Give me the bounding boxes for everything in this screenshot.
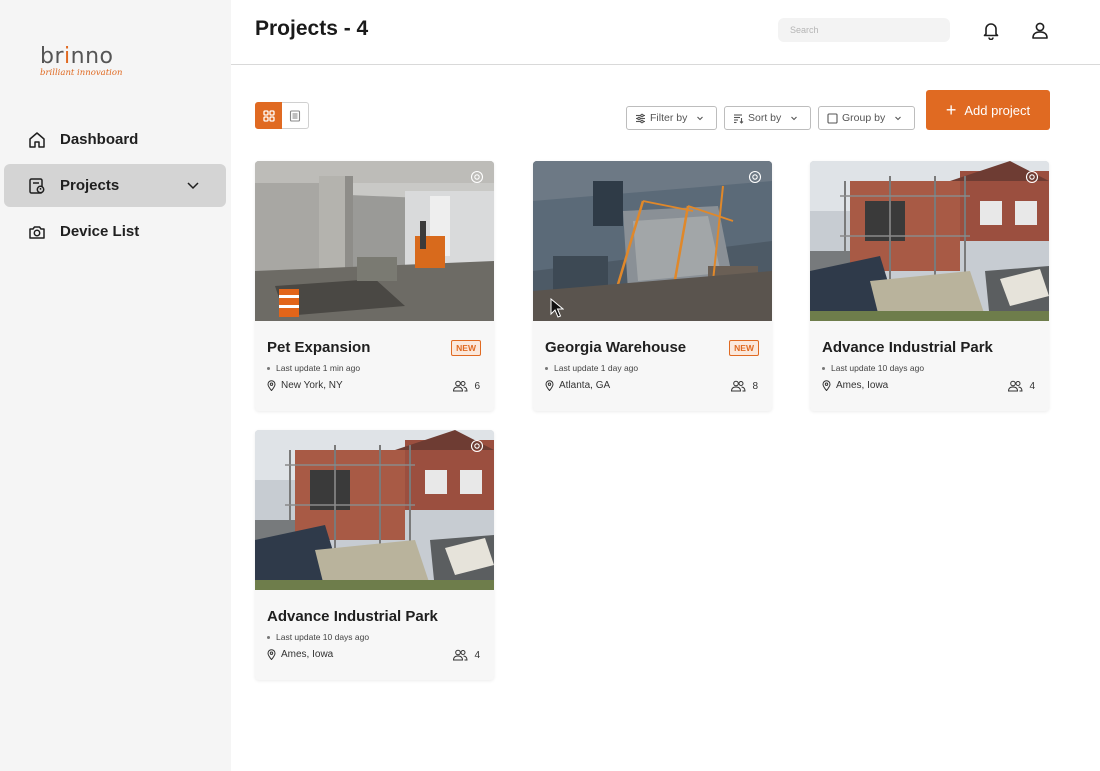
project-name: Pet Expansion: [267, 339, 371, 356]
location-text: Ames, Iowa: [281, 649, 334, 660]
users-icon: [453, 649, 468, 661]
settings-icon[interactable]: [470, 170, 484, 184]
list-icon: [289, 109, 301, 122]
filter-by-button[interactable]: Filter by: [626, 106, 718, 130]
home-icon: [28, 131, 46, 149]
chevron-down-icon: [791, 116, 798, 121]
sidebar-item-dashboard[interactable]: Dashboard: [4, 118, 226, 161]
grid-icon: [262, 109, 275, 122]
project-location: New York, NY: [267, 380, 343, 391]
sort-icon: [734, 113, 744, 124]
settings-icon[interactable]: [470, 439, 484, 453]
list-view-button[interactable]: [282, 102, 309, 129]
member-count-text: 8: [752, 380, 758, 392]
project-location: Ames, Iowa: [267, 649, 333, 660]
location-text: Ames, Iowa: [836, 380, 889, 391]
sidebar: brinno brilliant innovation Dashboard Pr…: [0, 0, 231, 771]
sidebar-nav: Dashboard Projects Device List: [4, 118, 226, 256]
project-thumbnail[interactable]: [533, 161, 772, 321]
location-text: Atlanta, GA: [559, 380, 611, 391]
group-by-button[interactable]: Group by: [818, 106, 916, 130]
project-card[interactable]: Advance Industrial Park Last update 10 d…: [810, 161, 1049, 411]
sidebar-item-label: Dashboard: [60, 131, 139, 148]
sidebar-item-label: Device List: [60, 223, 140, 240]
logo-tagline: brilliant innovation: [40, 68, 123, 78]
settings-icon[interactable]: [748, 170, 762, 184]
sidebar-item-label: Projects: [60, 177, 120, 194]
chevron-down-icon: [697, 116, 704, 121]
grid-view-button[interactable]: [255, 102, 282, 129]
logo-text-end: nno: [70, 44, 114, 69]
new-badge: NEW: [729, 340, 759, 356]
users-icon: [1008, 380, 1023, 392]
add-project-label: Add project: [964, 102, 1031, 118]
mouse-cursor-icon: [550, 298, 564, 318]
member-count-text: 4: [1029, 380, 1035, 392]
add-project-button[interactable]: + Add project: [926, 90, 1050, 130]
settings-icon[interactable]: [1025, 170, 1039, 184]
projects-icon: [28, 177, 46, 195]
last-update-text: Last update 1 min ago: [276, 363, 361, 373]
users-icon: [453, 380, 468, 392]
camera-icon: [28, 223, 46, 241]
filter-by-label: Filter by: [650, 112, 688, 124]
member-count-text: 4: [474, 649, 480, 661]
member-count: 4: [452, 649, 480, 661]
page-title: Projects - 4: [255, 17, 369, 40]
chevron-down-icon[interactable]: [186, 178, 200, 192]
location-pin-icon: [267, 380, 276, 391]
member-count: 8: [730, 380, 758, 392]
sidebar-item-projects[interactable]: Projects: [4, 164, 226, 207]
location-pin-icon: [267, 649, 276, 660]
last-update-text: Last update 10 days ago: [276, 632, 370, 642]
last-update: Last update 1 day ago: [545, 363, 638, 373]
bell-icon[interactable]: [981, 20, 1001, 41]
brinno-logo[interactable]: brinno brilliant innovation: [40, 44, 130, 84]
user-icon[interactable]: [1030, 20, 1050, 40]
top-header: Projects - 4: [231, 0, 1100, 65]
view-toggle: [255, 102, 309, 129]
project-thumbnail[interactable]: [255, 430, 494, 590]
logo-text-accent: i: [64, 44, 71, 69]
last-update: Last update 1 min ago: [267, 363, 360, 373]
project-thumbnail[interactable]: [810, 161, 1049, 321]
project-location: Ames, Iowa: [822, 380, 888, 391]
sidebar-item-device-list[interactable]: Device List: [4, 210, 226, 253]
filter-icon: [636, 113, 645, 123]
new-badge: NEW: [451, 340, 481, 356]
chevron-down-icon: [895, 116, 902, 121]
last-update-text: Last update 1 day ago: [554, 363, 639, 373]
group-icon: [827, 112, 838, 124]
member-count: 4: [1007, 380, 1035, 392]
project-location: Atlanta, GA: [545, 380, 610, 391]
sort-by-label: Sort by: [748, 112, 782, 124]
member-count-text: 6: [474, 380, 480, 392]
project-card[interactable]: Advance Industrial Park Last update 10 d…: [255, 430, 494, 680]
logo-text: br: [40, 44, 65, 69]
project-name: Advance Industrial Park: [822, 339, 993, 356]
users-icon: [731, 380, 746, 392]
member-count: 6: [452, 380, 480, 392]
location-text: New York, NY: [281, 380, 343, 391]
project-name: Advance Industrial Park: [267, 608, 438, 625]
last-update: Last update 10 days ago: [267, 632, 369, 642]
project-card[interactable]: Georgia Warehouse NEW Last update 1 day …: [533, 161, 772, 411]
last-update-text: Last update 10 days ago: [831, 363, 925, 373]
location-pin-icon: [822, 380, 831, 391]
project-name: Georgia Warehouse: [545, 339, 687, 356]
plus-icon: +: [945, 100, 957, 120]
project-thumbnail[interactable]: [255, 161, 494, 321]
sort-by-button[interactable]: Sort by: [724, 106, 812, 130]
project-card[interactable]: Pet Expansion NEW Last update 1 min ago …: [255, 161, 494, 411]
group-by-label: Group by: [842, 112, 886, 124]
search-input[interactable]: [778, 18, 950, 42]
location-pin-icon: [545, 380, 554, 391]
last-update: Last update 10 days ago: [822, 363, 924, 373]
